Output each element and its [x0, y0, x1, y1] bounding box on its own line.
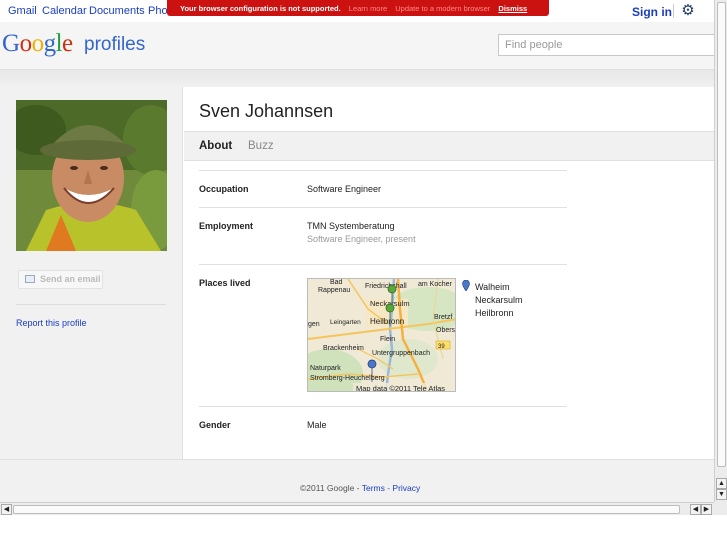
tab-buzz[interactable]: Buzz [248, 140, 274, 152]
map-label: am Kocher [418, 281, 453, 288]
gender-label: Gender [199, 420, 231, 430]
gear-icon[interactable]: ⚙ [680, 3, 696, 19]
scroll-right-arrow-icon[interactable]: ▶ [701, 504, 712, 515]
page-footer: ©2011 Google - Terms - Privacy [0, 459, 714, 502]
map-label: Leingarten [330, 319, 361, 326]
map-label: Rappenau [318, 287, 350, 294]
logo-letter: g [43, 30, 57, 57]
profile-photo [16, 100, 167, 251]
map-label: Stromberg-Heuchelberg [310, 375, 385, 382]
gender-row: Gender Male [199, 406, 567, 459]
vertical-scrollbar[interactable]: ▲ ▼ [714, 0, 727, 502]
horizontal-scroll-thumb[interactable] [13, 505, 680, 514]
footer-terms-link[interactable]: Terms [362, 483, 385, 493]
map-label: Naturpark [310, 365, 341, 372]
nav-gmail-link[interactable]: Gmail [8, 5, 37, 17]
map-label: Untergruppenbach [372, 350, 430, 357]
scrollbar-corner [714, 502, 727, 515]
profile-tabs: About Buzz [184, 131, 714, 161]
nav-photos-link[interactable]: Pho [148, 5, 168, 17]
profile-name: Sven Johannsen [199, 101, 334, 121]
map-label: Brackenheim [323, 345, 364, 352]
tab-about[interactable]: About [199, 140, 232, 152]
window-bottom-area [0, 515, 727, 545]
occupation-value: Software Engineer [307, 184, 382, 194]
places-lived-row: Places lived 39 Bad Rappenau Friedrichsh… [199, 264, 567, 406]
find-people-search-input[interactable] [498, 34, 714, 56]
sidebar-divider [16, 304, 166, 305]
browser-warning-bar: Your browser configuration is not suppor… [167, 0, 549, 16]
employment-row: Employment TMN Systemberatung Software E… [199, 207, 567, 264]
learn-more-link[interactable]: Learn more [349, 4, 387, 13]
map-label: gen [308, 321, 320, 328]
map-label: Obers [436, 327, 456, 334]
scroll-up-arrow-icon[interactable]: ▲ [716, 478, 727, 489]
map-label: Bad [330, 279, 343, 286]
logo-letter: o [19, 30, 33, 57]
scroll-down-arrow-icon[interactable]: ▼ [716, 489, 727, 500]
map-label: 39 [438, 344, 445, 350]
footer-separator: - [354, 483, 362, 493]
place-heilbronn: Heilbronn [475, 308, 514, 318]
header-separator [0, 70, 714, 87]
google-logo[interactable]: Google [2, 30, 73, 58]
gender-value: Male [307, 420, 327, 430]
map-credit: Map data ©2011 Tele Atlas [356, 384, 445, 392]
employment-detail: Software Engineer, present [307, 234, 416, 244]
logo-letter: e [62, 30, 73, 57]
send-email-button[interactable]: Send an email [18, 270, 103, 289]
horizontal-scrollbar[interactable]: ◀ ◀ ▶ [0, 502, 714, 515]
warning-message: Your browser configuration is not suppor… [180, 4, 341, 13]
send-email-label: Send an email [40, 274, 101, 284]
map-label: Heilbronn [370, 317, 404, 326]
map-label: Flein [380, 336, 395, 343]
occupation-row: Occupation Software Engineer [199, 170, 567, 207]
vertical-scroll-thumb[interactable] [717, 2, 726, 467]
places-list-entry: Walheim [462, 280, 523, 294]
place-neckarsulm: Neckarsulm [475, 295, 523, 305]
occupation-label: Occupation [199, 184, 249, 194]
page-header: Google profiles [0, 22, 714, 70]
profile-sidebar: Send an email Report this profile [0, 87, 183, 459]
map-label: Friedrichshall [365, 283, 407, 290]
scroll-left-arrow-icon[interactable]: ◀ [690, 504, 701, 515]
place-walheim: Walheim [475, 282, 510, 292]
product-name: profiles [84, 34, 146, 55]
map-label: Bretzf [434, 314, 452, 321]
nav-documents-link[interactable]: Documents [89, 5, 145, 17]
footer-privacy-link[interactable]: Privacy [392, 483, 420, 493]
places-lived-label: Places lived [199, 278, 251, 288]
sign-in-link[interactable]: Sign in [632, 5, 672, 19]
report-profile-link[interactable]: Report this profile [16, 318, 87, 328]
dismiss-warning-link[interactable]: Dismiss [498, 4, 527, 13]
footer-copyright: ©2011 Google [300, 483, 355, 493]
logo-letter: o [31, 30, 45, 57]
footer-text: ©2011 Google - Terms - Privacy [300, 483, 420, 493]
employment-label: Employment [199, 221, 254, 231]
scroll-left-arrow-icon[interactable]: ◀ [1, 504, 12, 515]
places-map[interactable]: 39 Bad Rappenau Friedrichshall am Kocher… [307, 278, 456, 392]
nav-divider [673, 4, 674, 18]
nav-calendar-link[interactable]: Calendar [42, 5, 87, 17]
employment-company: TMN Systemberatung [307, 221, 395, 231]
map-marker-icon [462, 280, 470, 291]
logo-letter: G [2, 30, 20, 57]
places-list: Walheim Neckarsulm Heilbronn [462, 280, 523, 320]
envelope-icon [25, 275, 35, 283]
update-browser-link[interactable]: Update to a modern browser [395, 4, 490, 13]
profile-main: Sven Johannsen About Buzz Occupation Sof… [184, 87, 714, 459]
